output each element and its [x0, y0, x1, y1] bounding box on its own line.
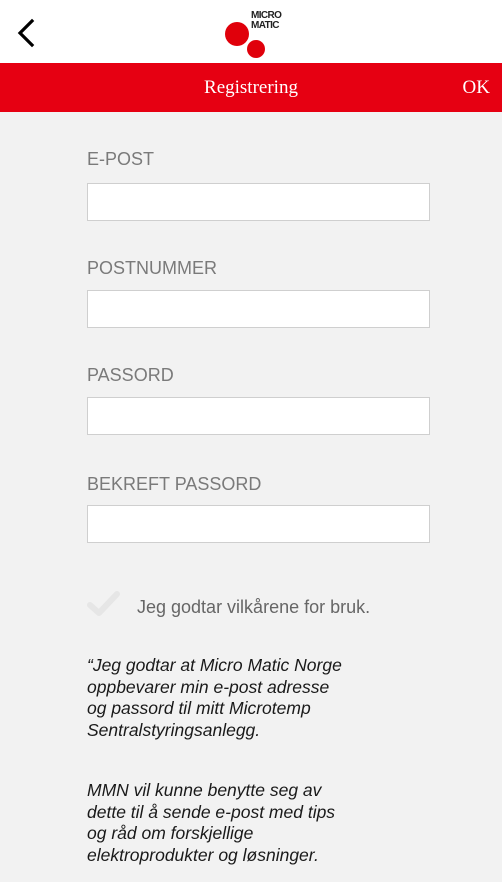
title-bar: Registrering OK	[0, 63, 502, 112]
postal-code-label: POSTNUMMER	[87, 258, 217, 278]
logo-text: MICRO MATIC	[251, 11, 295, 31]
email-field[interactable]	[87, 183, 430, 221]
logo-dot-small	[247, 40, 265, 58]
checkmark-icon	[87, 591, 120, 616]
chevron-left-icon	[17, 18, 35, 48]
consent-text-paragraph-1: “Jeg godtar at Micro Matic Norge oppbeva…	[87, 655, 342, 740]
email-label: E-POST	[87, 149, 155, 169]
micro-matic-logo: MICRO MATIC	[225, 10, 297, 60]
top-bar: MICRO MATIC	[0, 0, 502, 63]
terms-checkbox[interactable]: Jeg godtar vilkårene for bruk.	[87, 590, 467, 622]
confirm-password-label: BEKREFT PASSORD	[87, 474, 262, 494]
postal-code-field[interactable]	[87, 290, 430, 328]
back-button[interactable]	[14, 18, 40, 48]
confirm-password-field[interactable]	[87, 505, 430, 543]
page-title: Registrering	[204, 77, 298, 98]
logo-dot-large	[225, 22, 249, 46]
terms-label: Jeg godtar vilkårene for bruk.	[137, 597, 371, 617]
ok-button[interactable]: OK	[463, 63, 490, 112]
password-label: PASSORD	[87, 365, 174, 385]
consent-text-paragraph-2: MMN vil kunne benytte seg av dette til å…	[87, 780, 336, 865]
logo-line2: MATIC	[251, 20, 280, 31]
password-field[interactable]	[87, 397, 430, 435]
